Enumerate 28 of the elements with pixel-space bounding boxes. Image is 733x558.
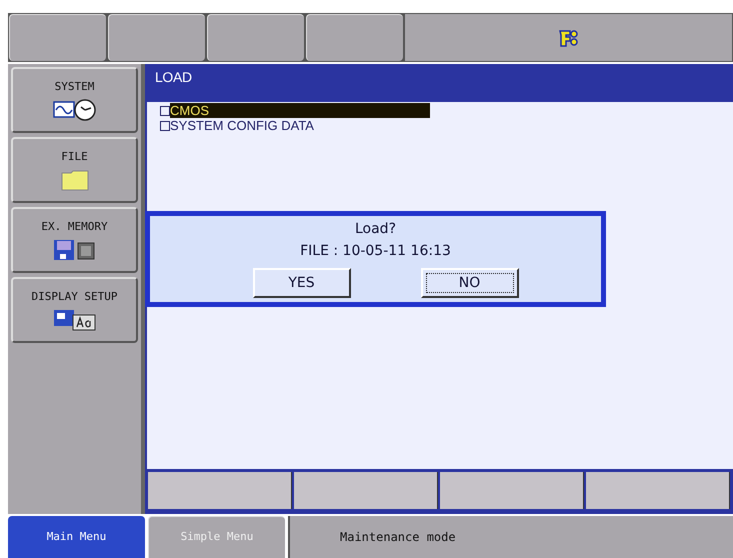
side-menu-button[interactable]: FILE [11, 137, 138, 203]
top-function-button[interactable] [207, 14, 304, 61]
wave-and-clock-icon [52, 99, 96, 122]
dialog-message: FILE : 10-05-11 16:13 [300, 243, 451, 260]
dialog-title: Load? [354, 221, 396, 238]
robot-status-icon [558, 28, 580, 48]
dialog-button[interactable]: NO [420, 268, 518, 298]
soft-key-button[interactable] [294, 472, 438, 509]
status-bar: Maintenance mode [288, 516, 733, 558]
soft-key-button[interactable] [440, 472, 584, 509]
soft-key-button[interactable] [586, 472, 730, 509]
top-function-button[interactable] [108, 14, 205, 61]
side-menu-button[interactable]: EX. MEMORY [11, 207, 138, 273]
list-item[interactable]: CMOS [170, 103, 430, 118]
display-settings-icon [52, 309, 96, 332]
top-function-button[interactable] [306, 14, 403, 61]
checkbox[interactable] [160, 120, 170, 130]
top-function-button[interactable] [9, 14, 106, 61]
side-menu-button[interactable]: DISPLAY SETUP [11, 277, 138, 343]
folder-icon [60, 169, 88, 192]
window-title: LOAD [154, 68, 193, 87]
side-menu-button[interactable]: SYSTEM [11, 67, 138, 133]
list-item[interactable]: SYSTEM CONFIG DATA [170, 118, 314, 133]
menu-tab[interactable]: Main Menu [8, 516, 145, 558]
dialog-button[interactable]: YES [252, 268, 350, 298]
soft-key-button[interactable] [148, 472, 292, 509]
checkbox[interactable] [160, 106, 170, 116]
floppy-and-card-icon [52, 239, 96, 262]
